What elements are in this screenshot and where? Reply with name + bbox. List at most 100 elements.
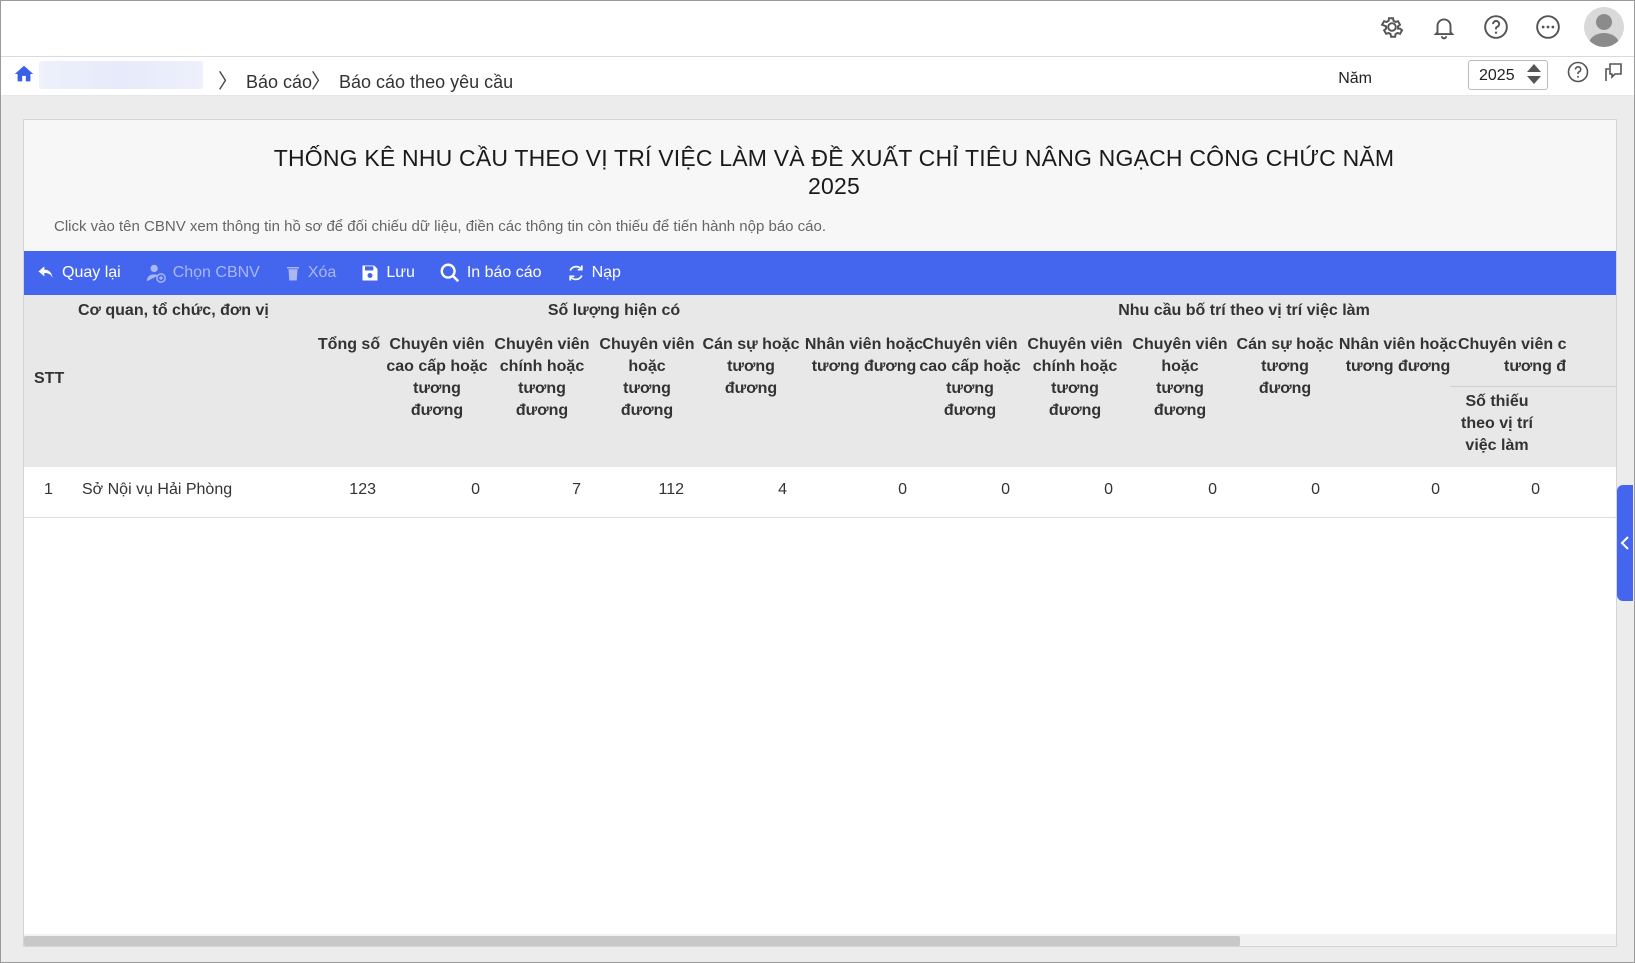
add-user-icon xyxy=(146,264,166,283)
header-line: Chuyên viên xyxy=(389,336,485,353)
cell-value: 0 xyxy=(1208,481,1217,498)
search-icon xyxy=(440,263,460,283)
header-line: Chuyên viên c xyxy=(1458,336,1567,353)
scrollbar-thumb[interactable] xyxy=(24,936,1240,946)
header-line: Cán sự hoặc xyxy=(702,336,800,353)
col-org: Cơ quan, tổ chức, đơn vị xyxy=(78,302,269,319)
action-toolbar: Quay lại Chọn CBNV Xóa Lưu In báo cáo Nạ… xyxy=(24,251,1616,295)
cell-value: 7 xyxy=(572,481,581,498)
table-row[interactable]: 1 Sở Nội vụ Hải Phòng 123 0 7 112 4 0 0 … xyxy=(24,467,1616,518)
content-area: THỐNG KÊ NHU CẦU THEO VỊ TRÍ VIỆC LÀM VÀ… xyxy=(1,97,1634,962)
top-icons xyxy=(1376,7,1624,47)
chevron-left-icon xyxy=(1620,536,1629,550)
back-button[interactable]: Quay lại xyxy=(36,251,121,295)
header-line: theo vị trí xyxy=(1460,415,1533,432)
col-need-specialist: Chuyên viên hoặc tương đương xyxy=(1129,334,1231,422)
stepper-arrows[interactable] xyxy=(1527,64,1541,84)
header-line: tương đương xyxy=(515,380,569,419)
table-header: STT Cơ quan, tổ chức, đơn vị Số lượng hi… xyxy=(24,295,1616,467)
more-icon[interactable] xyxy=(1532,8,1564,46)
col-senior: Chuyên viên cao cấp hoặc tương đương xyxy=(386,334,488,422)
header-line: tương đương xyxy=(1153,380,1207,419)
header-line: Chuyên viên xyxy=(494,336,590,353)
cell-value: 0 xyxy=(1311,481,1320,498)
cell-value: 112 xyxy=(658,481,684,498)
cell-value: 0 xyxy=(1531,481,1540,498)
header-line: việc làm xyxy=(1465,437,1529,454)
cell-value: 123 xyxy=(349,481,376,498)
col-officer: Cán sự hoặc tương đương xyxy=(700,334,802,400)
header-line: Số thiếu xyxy=(1465,393,1529,410)
refresh-icon xyxy=(568,265,583,281)
cell-value: 0 xyxy=(1431,481,1440,498)
col-stt: STT xyxy=(34,370,65,387)
header-line: Cán sự hoặc xyxy=(1236,336,1334,353)
col-partial: Chuyên viên c tương đ xyxy=(1458,334,1616,378)
header-line: tương đương xyxy=(811,358,917,375)
breadcrumb: 〉 Báo cáo 〉 Báo cáo theo yêu cầu Năm 2025 xyxy=(1,57,1634,95)
col-need-officer: Cán sự hoặc tương đương xyxy=(1234,334,1336,400)
col-specialist: Chuyên viên hoặc tương đương xyxy=(596,334,698,422)
print-report-label: In báo cáo xyxy=(466,264,542,281)
header-line: tương đương xyxy=(620,380,674,419)
avatar[interactable] xyxy=(1584,7,1624,47)
home-icon[interactable] xyxy=(13,63,35,90)
header-line: Chuyên viên xyxy=(1132,336,1228,353)
col-missing: Số thiếu theo vị trí việc làm xyxy=(1450,391,1544,457)
back-label: Quay lại xyxy=(62,264,121,281)
col-need-principal: Chuyên viên chính hoặc tương đương xyxy=(1024,334,1126,422)
col-need-staff: Nhân viên hoặc tương đương xyxy=(1336,334,1460,378)
year-stepper[interactable]: 2025 xyxy=(1468,60,1548,90)
choose-staff-button[interactable]: Chọn CBNV xyxy=(145,251,260,295)
save-icon xyxy=(362,265,378,281)
help-icon[interactable] xyxy=(1480,8,1512,46)
group-need: Nhu cầu bố trí theo vị trí việc làm xyxy=(1118,302,1370,319)
breadcrumb-item-label: Báo cáo xyxy=(246,72,313,92)
reload-label: Nạp xyxy=(591,264,621,281)
title-line-2: 2025 xyxy=(808,173,860,199)
header-line: tương đương xyxy=(410,380,464,419)
choose-staff-label: Chọn CBNV xyxy=(172,264,260,281)
top-bar xyxy=(1,1,1634,57)
help-icon[interactable] xyxy=(1566,60,1590,89)
subheader-divider xyxy=(1450,386,1616,387)
cell-value: 4 xyxy=(778,481,787,498)
year-value: 2025 xyxy=(1479,67,1515,84)
header-line: Chuyên viên xyxy=(922,336,1018,353)
hint-text: Click vào tên CBNV xem thông tin hồ sơ đ… xyxy=(54,218,827,235)
col-total: Tổng số xyxy=(317,336,381,353)
header-line: hoặc xyxy=(628,358,666,375)
feedback-icon[interactable] xyxy=(1602,60,1626,89)
gear-icon[interactable] xyxy=(1376,8,1408,46)
breadcrumb-item-label: Báo cáo theo yêu cầu xyxy=(339,72,514,92)
header-line: chính hoặc xyxy=(499,358,585,375)
reload-button[interactable]: Nạp xyxy=(566,251,621,295)
header-line: Nhân viên hoặc xyxy=(1338,336,1458,353)
undo-icon xyxy=(38,266,53,278)
header-line: tương đương xyxy=(1048,380,1102,419)
cell-value: 0 xyxy=(1001,481,1010,498)
col-staff: Nhân viên hoặc tương đương xyxy=(804,334,924,378)
report-header: THỐNG KÊ NHU CẦU THEO VỊ TRÍ VIỆC LÀM VÀ… xyxy=(24,120,1616,251)
col-principal: Chuyên viên chính hoặc tương đương xyxy=(491,334,593,422)
col-need-senior: Chuyên viên cao cấp hoặc tương đương xyxy=(919,334,1021,422)
bell-icon[interactable] xyxy=(1428,8,1460,46)
group-current: Số lượng hiện có xyxy=(547,302,681,319)
delete-button[interactable]: Xóa xyxy=(284,251,336,295)
breadcrumb-item-bao-cao[interactable]: 〉 Báo cáo xyxy=(218,65,312,94)
header-line: Chuyên viên xyxy=(599,336,695,353)
app-window: 〉 Báo cáo 〉 Báo cáo theo yêu cầu Năm 2025 … xyxy=(0,0,1635,963)
save-button[interactable]: Lưu xyxy=(360,251,415,295)
header-line: Nhân viên hoặc xyxy=(804,336,924,353)
header-line: Chuyên viên xyxy=(1027,336,1123,353)
cell-value: 0 xyxy=(471,481,480,498)
side-panel-toggle[interactable] xyxy=(1617,485,1633,601)
header-line: chính hoặc xyxy=(1032,358,1118,375)
header-line: tương đương xyxy=(1258,358,1312,397)
print-report-button[interactable]: In báo cáo xyxy=(439,251,542,295)
horizontal-scrollbar[interactable] xyxy=(24,934,1616,946)
cell-stt: 1 xyxy=(44,481,53,498)
blurred-organization-link[interactable] xyxy=(39,61,203,89)
page-title: THỐNG KÊ NHU CẦU THEO VỊ TRÍ VIỆC LÀM VÀ… xyxy=(224,144,1444,200)
cell-org-link[interactable]: Sở Nội vụ Hải Phòng xyxy=(82,481,232,499)
